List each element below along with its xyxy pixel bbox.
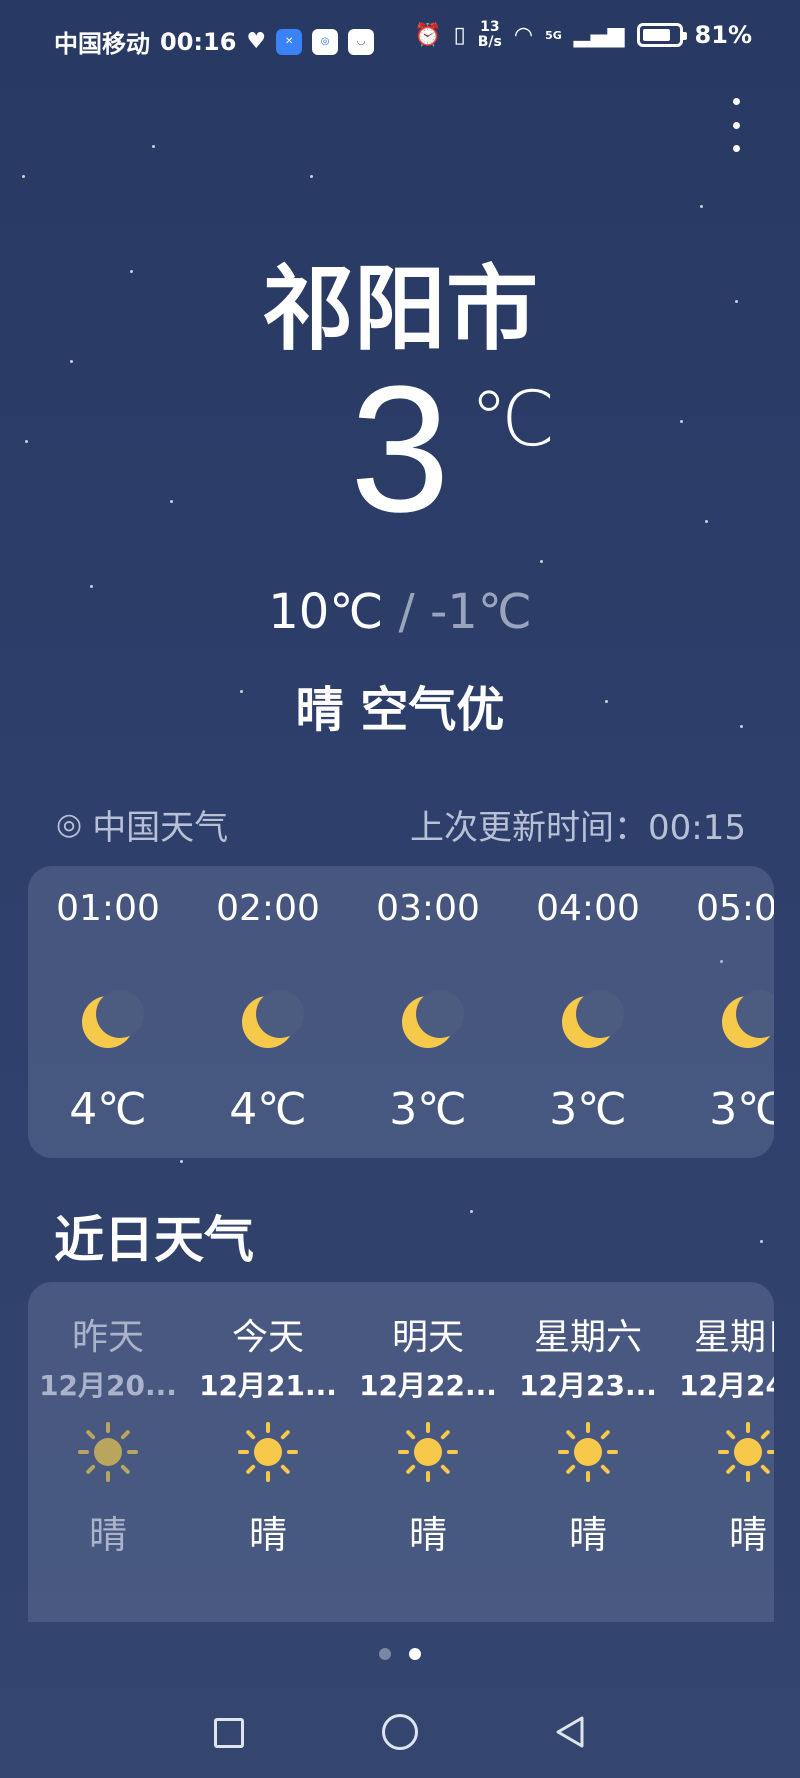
net-speed: 13 B/s bbox=[478, 20, 502, 50]
moon-icon bbox=[402, 990, 464, 1048]
ifly-icon: ◎ bbox=[312, 28, 339, 55]
hour-item: 03:00 3℃ bbox=[348, 866, 508, 1158]
battery-percent: 81% bbox=[694, 21, 752, 49]
hour-temp: 3℃ bbox=[389, 1084, 467, 1135]
more-dot-icon bbox=[732, 121, 740, 129]
hour-temp: 4℃ bbox=[229, 1084, 307, 1135]
wifi-icon: ◠ bbox=[513, 22, 534, 48]
hour-time: 05:00 bbox=[696, 888, 774, 929]
page-dot-active[interactable] bbox=[409, 1648, 421, 1660]
day-item[interactable]: 星期六 12月23... 晴 bbox=[508, 1282, 668, 1622]
day-date: 12月20... bbox=[39, 1369, 177, 1402]
day-item[interactable]: 明天 12月22... 晴 bbox=[348, 1282, 508, 1622]
hour-temp: 4℃ bbox=[69, 1084, 147, 1135]
battery-fill bbox=[642, 29, 671, 41]
status-time: 00:16 bbox=[160, 27, 237, 56]
sun-icon bbox=[238, 1422, 298, 1482]
day-item[interactable]: 今天 12月21... 晴 bbox=[188, 1282, 348, 1622]
back-button[interactable] bbox=[552, 1714, 588, 1750]
day-date: 12月21... bbox=[199, 1369, 337, 1402]
low-temp: -1℃ bbox=[429, 584, 532, 640]
day-name: 星期六 bbox=[533, 1317, 642, 1358]
daily-forecast[interactable]: 昨天 12月20... 晴 今天 12月21... 晴 明天 12月22... … bbox=[28, 1282, 774, 1622]
carrier-name: 中国移动 bbox=[54, 30, 150, 58]
current-temperature: 3 ℃ bbox=[0, 360, 800, 540]
hour-item: 04:00 3℃ bbox=[508, 866, 668, 1158]
network-type: 5G bbox=[545, 28, 562, 42]
bag-icon: ◡ bbox=[348, 28, 375, 55]
alarm-icon: ⏰ bbox=[414, 22, 442, 48]
status-left: 中国移动 00:16 ♥ ✕ ◎ ◡ bbox=[54, 24, 375, 59]
app-icon: ✕ bbox=[276, 28, 303, 55]
sun-icon bbox=[78, 1422, 138, 1482]
hour-item: 05:00 3℃ bbox=[668, 866, 774, 1158]
hour-time: 01:00 bbox=[56, 888, 160, 929]
recent-apps-button[interactable] bbox=[214, 1718, 244, 1748]
hour-time: 02:00 bbox=[216, 888, 320, 929]
day-name: 明天 bbox=[391, 1317, 464, 1358]
net-speed-unit: B/s bbox=[477, 34, 502, 50]
moon-icon bbox=[722, 990, 774, 1048]
day-item[interactable]: 星期日 12月24... 晴 bbox=[668, 1282, 774, 1622]
more-dot-icon bbox=[732, 98, 740, 105]
more-dot-icon bbox=[732, 145, 740, 152]
moon-icon bbox=[82, 990, 144, 1048]
moon-icon bbox=[562, 990, 624, 1048]
hourly-forecast[interactable]: 01:00 4℃ 02:00 4℃ 03:00 3℃ 04:00 3℃ 05:0… bbox=[28, 866, 774, 1158]
more-options-button[interactable] bbox=[726, 98, 746, 152]
hour-temp: 3℃ bbox=[549, 1084, 627, 1135]
page-indicator bbox=[0, 1648, 800, 1660]
high-temp: 10℃ bbox=[268, 584, 384, 640]
day-name: 昨天 bbox=[71, 1317, 144, 1358]
hour-time: 04:00 bbox=[536, 888, 640, 929]
status-right: ⏰ ▯ 13 B/s ◠ 5G ▂▄▆ 81% bbox=[414, 20, 752, 50]
hour-time: 03:00 bbox=[376, 888, 480, 929]
day-date: 12月23... bbox=[519, 1369, 657, 1402]
day-name: 今天 bbox=[231, 1317, 304, 1358]
day-condition: 晴 bbox=[568, 1513, 607, 1557]
daily-section-title: 近日天气 bbox=[54, 1211, 254, 1269]
update-time: 上次更新时间：00:15 bbox=[410, 808, 746, 848]
vibrate-icon: ▯ bbox=[453, 22, 466, 48]
day-condition: 晴 bbox=[728, 1513, 767, 1557]
sun-icon bbox=[558, 1422, 618, 1482]
weather-logo-icon: ◎ bbox=[56, 807, 83, 842]
temperature-range: 10℃ / -1℃ bbox=[0, 584, 800, 640]
net-speed-value: 13 bbox=[480, 19, 500, 35]
battery-icon bbox=[636, 23, 687, 47]
signal-icon: ▂▄▆ bbox=[573, 22, 625, 48]
page-dot[interactable] bbox=[379, 1648, 391, 1660]
moon-icon bbox=[242, 990, 304, 1048]
range-separator: / bbox=[398, 584, 415, 640]
day-condition: 晴 bbox=[248, 1513, 287, 1557]
sun-icon bbox=[718, 1422, 774, 1482]
hour-item: 02:00 4℃ bbox=[188, 866, 348, 1158]
day-name: 星期日 bbox=[693, 1317, 774, 1358]
day-date: 12月24... bbox=[679, 1369, 774, 1402]
temperature-unit: ℃ bbox=[470, 374, 556, 463]
day-date: 12月22... bbox=[359, 1369, 497, 1402]
temperature-value: 3 bbox=[349, 349, 451, 550]
weather-condition: 晴 空气优 bbox=[295, 682, 505, 738]
hour-temp: 3℃ bbox=[709, 1084, 774, 1135]
day-condition: 晴 bbox=[408, 1513, 447, 1557]
source-name: 中国天气 bbox=[92, 808, 229, 848]
heart-icon: ♥ bbox=[246, 29, 267, 54]
hour-item: 01:00 4℃ bbox=[28, 866, 188, 1158]
home-button[interactable] bbox=[382, 1714, 418, 1750]
source-label: ◎ 中国天气 bbox=[56, 800, 228, 849]
sun-icon bbox=[398, 1422, 458, 1482]
day-item[interactable]: 昨天 12月20... 晴 bbox=[28, 1282, 188, 1622]
status-bar: 中国移动 00:16 ♥ ✕ ◎ ◡ ⏰ ▯ 13 B/s ◠ 5G ▂▄▆ 8… bbox=[0, 18, 800, 60]
navigation-bar bbox=[0, 1700, 800, 1778]
day-condition: 晴 bbox=[88, 1513, 127, 1557]
